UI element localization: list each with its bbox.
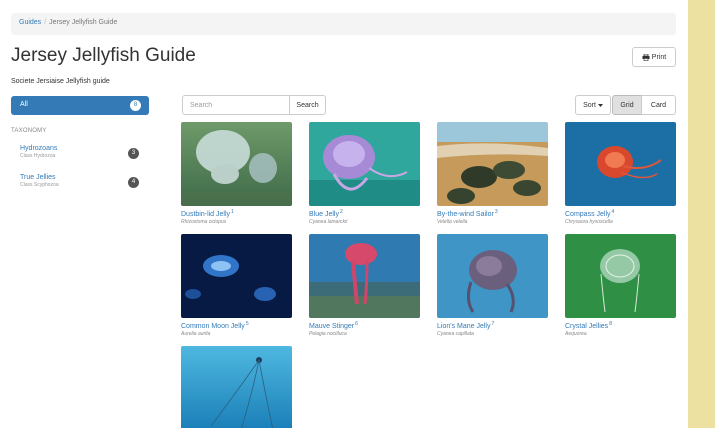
species-name: Dustbin-lid Jelly [181,211,231,218]
sidebar-item-all[interactable]: All 8 [11,96,149,115]
sidebar-item-true-jellies[interactable]: True Jellies Class Scyphozoa 4 [20,174,148,196]
breadcrumb-guides-link[interactable]: Guides [19,19,41,26]
species-scientific-name: Cyanea capillata [437,331,474,337]
species-card: Blue Jelly2 Cyanea lamarckii [309,122,420,225]
species-scientific-name: Aequorea [565,331,587,337]
page: Guides / Jersey Jellyfish Guide Jersey Jel… [0,0,688,428]
count-badge: 4 [128,177,139,188]
species-card: Crystal Jellies8 Aequorea [565,234,676,337]
count-badge: 3 [128,148,139,159]
species-name: Lion's Mane Jelly [437,323,491,330]
species-scientific-name: Rhizostoma octopus [181,219,227,225]
breadcrumb-current: Jersey Jellyfish Guide [49,19,118,26]
species-number: 2 [339,209,343,215]
sort-label: Sort [583,101,596,109]
species-scientific-name: Chrysaora hysoscella [565,219,613,225]
species-link[interactable]: Mauve Stinger6 [309,321,420,330]
species-thumbnail[interactable] [181,234,292,318]
species-card: Lion's Mane Jelly7 Cyanea capillata [437,234,548,337]
print-label: Print [651,53,667,61]
search-button[interactable]: Search [289,95,326,115]
species-scientific-name: Aurelia aurita [181,331,211,337]
species-thumbnail[interactable] [181,122,292,206]
species-name: By-the-wind Sailor [437,211,494,218]
taxonomy-heading: TAXONOMY [11,128,47,134]
species-card [181,346,292,428]
page-title: Jersey Jellyfish Guide [11,45,196,66]
species-link[interactable]: Dustbin-lid Jelly1 [181,209,292,218]
species-thumbnail[interactable] [309,234,420,318]
grid-view-toggle[interactable]: Grid [612,95,642,115]
card-view-toggle[interactable]: Card [641,95,676,115]
species-number: 6 [355,321,358,327]
printer-icon [642,53,650,61]
print-button[interactable]: Print [632,47,676,67]
count-badge: 8 [130,100,141,111]
species-number: 7 [491,321,495,327]
species-link[interactable]: Compass Jelly4 [565,209,676,218]
species-thumbnail[interactable] [565,122,676,206]
species-number: 1 [231,209,234,215]
species-number: 3 [494,209,498,215]
species-number: 8 [609,321,612,327]
species-thumbnail[interactable] [181,346,292,428]
species-name: Common Moon Jelly [181,323,245,330]
search-input[interactable] [182,95,290,115]
breadcrumb-separator: / [44,19,47,26]
species-card: By-the-wind Sailor3 Velella velella [437,122,548,225]
species-thumbnail[interactable] [437,234,548,318]
species-link[interactable]: Crystal Jellies8 [565,321,676,330]
page-subtitle: Societe Jersiaise Jellyfish guide [11,78,110,85]
sidebar-item-hydrozoans[interactable]: Hydrozoans Class Hydrozoa 3 [20,145,148,167]
species-card: Mauve Stinger6 Pelagia noctiluca [309,234,420,337]
species-name: Mauve Stinger [309,323,355,330]
species-scientific-name: Pelagia noctiluca [309,331,347,337]
sidebar-item-label: All [20,101,28,108]
breadcrumb: Guides / Jersey Jellyfish Guide [11,13,676,35]
species-number: 4 [611,209,615,215]
species-card: Compass Jelly4 Chrysaora hysoscella [565,122,676,225]
species-scientific-name: Cyanea lamarckii [309,219,348,225]
caret-down-icon [597,103,603,107]
species-thumbnail[interactable] [309,122,420,206]
species-name: Blue Jelly [309,211,339,218]
species-thumbnail[interactable] [565,234,676,318]
species-link[interactable]: By-the-wind Sailor3 [437,209,548,218]
sort-dropdown[interactable]: Sort [575,95,611,115]
species-link[interactable]: Common Moon Jelly5 [181,321,292,330]
species-link[interactable]: Lion's Mane Jelly7 [437,321,548,330]
species-number: 5 [245,321,249,327]
species-card: Dustbin-lid Jelly1 Rhizostoma octopus [181,122,292,225]
species-name: Compass Jelly [565,211,611,218]
species-name: Crystal Jellies [565,323,609,330]
species-thumbnail[interactable] [437,122,548,206]
species-link[interactable]: Blue Jelly2 [309,209,420,218]
species-card: Common Moon Jelly5 Aurelia aurita [181,234,292,337]
species-scientific-name: Velella velella [437,219,468,225]
